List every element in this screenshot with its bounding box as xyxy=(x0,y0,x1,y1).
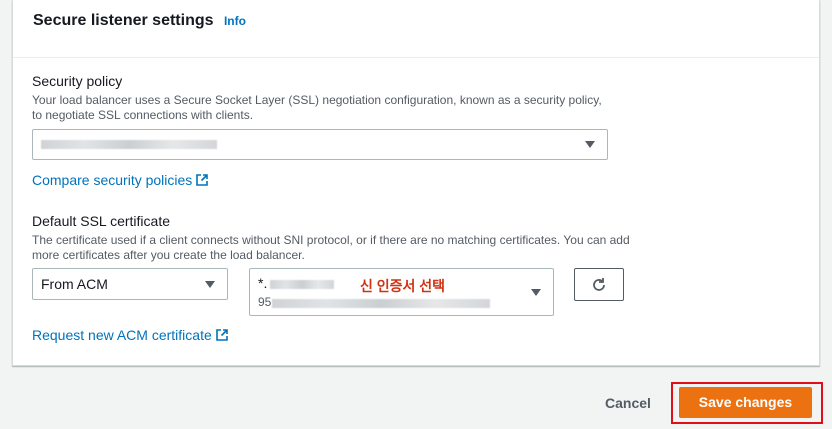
certificate-id-prefix: 95 xyxy=(258,295,272,309)
save-changes-button[interactable]: Save changes xyxy=(679,387,812,418)
cancel-button[interactable]: Cancel xyxy=(592,392,664,414)
security-policy-description-line1: Your load balancer uses a Secure Socket … xyxy=(32,93,602,107)
blurred-policy-name xyxy=(41,140,217,149)
refresh-icon xyxy=(593,277,605,291)
ssl-certificate-description-line2: more certificates after you create the l… xyxy=(32,248,305,262)
request-new-acm-certificate-link[interactable]: Request new ACM certificate xyxy=(32,327,228,343)
ssl-certificate-description-line1: The certificate used if a client connect… xyxy=(32,233,630,247)
compare-security-policies-link[interactable]: Compare security policies xyxy=(32,172,209,188)
certificate-domain-prefix: *. xyxy=(258,275,268,291)
info-link[interactable]: Info xyxy=(224,14,246,28)
request-link-label: Request new ACM certificate xyxy=(32,327,212,343)
caret-down-icon xyxy=(205,281,215,288)
annotation-select-new-certificate: 신 인증서 선택 xyxy=(360,278,446,294)
security-policy-select[interactable] xyxy=(32,129,608,160)
blurred-certificate-domain xyxy=(270,280,334,289)
certificate-source-select[interactable]: From ACM xyxy=(32,268,228,300)
certificate-source-value: From ACM xyxy=(41,276,108,292)
refresh-certificates-button[interactable] xyxy=(574,268,624,301)
caret-down-icon xyxy=(531,289,541,296)
security-policy-description-line2: to negotiate SSL connections with client… xyxy=(32,108,254,122)
caret-down-icon xyxy=(585,141,595,148)
ssl-certificate-label: Default SSL certificate xyxy=(32,213,170,229)
section-title: Secure listener settings xyxy=(33,12,214,29)
external-link-icon xyxy=(196,174,209,186)
security-policy-label: Security policy xyxy=(32,73,123,89)
panel-header: Secure listener settings Info xyxy=(13,0,819,58)
blurred-certificate-id xyxy=(272,299,490,308)
compare-link-label: Compare security policies xyxy=(32,172,193,188)
external-link-icon xyxy=(215,329,228,341)
